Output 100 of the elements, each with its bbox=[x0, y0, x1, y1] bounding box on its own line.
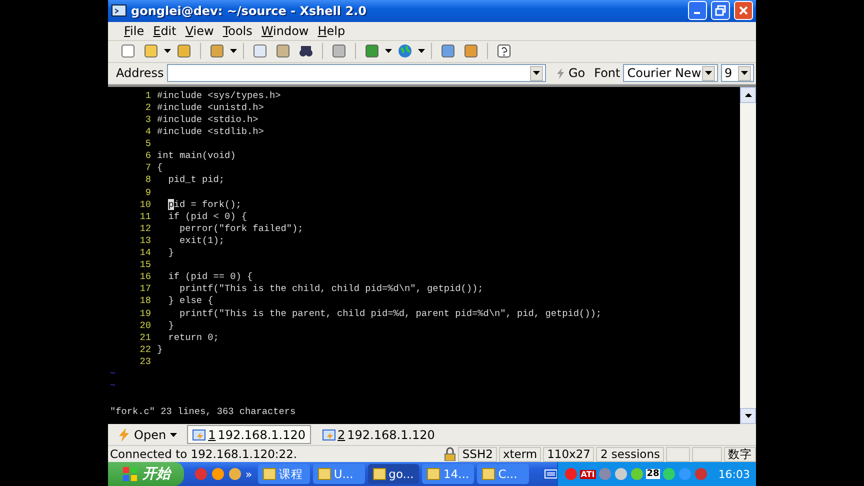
code-line: } bbox=[157, 344, 163, 356]
line-number: 2 bbox=[144, 102, 151, 114]
address-field[interactable] bbox=[166, 64, 546, 82]
code-line: #include <stdio.h> bbox=[157, 114, 258, 126]
code-line: pid = fork(); bbox=[167, 198, 242, 211]
taskbar-button[interactable]: go... bbox=[368, 464, 420, 484]
caret-icon bbox=[744, 92, 752, 97]
line-number: 22 bbox=[138, 344, 151, 356]
app-icon bbox=[111, 2, 127, 19]
menu-item[interactable]: Edit bbox=[149, 24, 180, 38]
windows-logo-icon bbox=[122, 466, 138, 482]
line-number: 19 bbox=[138, 308, 151, 320]
tray-badge[interactable]: ATI bbox=[580, 470, 596, 478]
more-button[interactable]: » bbox=[245, 468, 252, 480]
scrollbar[interactable] bbox=[740, 86, 756, 424]
line-number: 18 bbox=[138, 295, 151, 308]
address-label: Address bbox=[116, 66, 164, 80]
menu-item[interactable]: View bbox=[181, 24, 218, 38]
terminal-icon bbox=[192, 428, 206, 442]
taskbar-button[interactable]: 课程 bbox=[258, 464, 310, 484]
line-number: 14 bbox=[138, 247, 151, 260]
caret-icon bbox=[744, 414, 752, 418]
line-number: 17 bbox=[138, 283, 151, 296]
status-pane: SSH2 bbox=[458, 446, 497, 462]
line-number: 6 bbox=[144, 150, 151, 162]
code-line: printf("This is the parent, child pid=%d, parent pid=%d\n", pid, getpid()); bbox=[178, 308, 602, 320]
font-size-dropdown[interactable]: 9 bbox=[720, 64, 754, 82]
go-button[interactable]: Go bbox=[549, 64, 592, 82]
code-line: #include <unistd.h> bbox=[157, 102, 264, 114]
caret-icon bbox=[533, 71, 540, 76]
restore-button[interactable] bbox=[711, 1, 730, 20]
code-line: } bbox=[167, 247, 174, 260]
keyboard-icon[interactable] bbox=[544, 468, 557, 480]
line-number: 8 bbox=[144, 174, 151, 187]
code-line: exit(1); bbox=[178, 234, 225, 248]
line-number: 9 bbox=[144, 186, 151, 199]
menu-item[interactable]: Help bbox=[314, 24, 350, 38]
num-lock-indicator: 数字 bbox=[724, 446, 756, 462]
lightning-icon bbox=[555, 68, 566, 79]
status-pane: 2 sessions bbox=[596, 446, 664, 462]
caret-icon bbox=[704, 71, 712, 76]
caret-icon bbox=[741, 71, 748, 76]
code-line: if (pid < 0) { bbox=[167, 210, 248, 223]
caret-icon bbox=[164, 49, 171, 54]
line-number: 20 bbox=[138, 320, 151, 332]
line-number: 13 bbox=[138, 234, 151, 248]
code-line: #include <sys/types.h> bbox=[157, 90, 281, 102]
menu-item[interactable]: Window bbox=[257, 24, 313, 38]
text-cursor: p bbox=[168, 198, 174, 210]
status-pane: xterm bbox=[498, 446, 542, 462]
code-line: perror("fork failed"); bbox=[178, 222, 304, 235]
line-number: 21 bbox=[138, 332, 151, 344]
line-number: 12 bbox=[138, 222, 151, 235]
taskbar-button[interactable]: U... bbox=[312, 464, 365, 484]
code-line: #include <stdlib.h> bbox=[157, 126, 264, 138]
minimize-button[interactable] bbox=[688, 1, 707, 20]
session-tab[interactable]: 1 192.168.1.120 bbox=[187, 425, 310, 444]
code-line: pid_t pid; bbox=[167, 174, 225, 187]
close-button[interactable] bbox=[734, 1, 753, 20]
menu-item[interactable]: Tools bbox=[218, 24, 256, 38]
file-info-message: "fork.c" 23 lines, 363 characters bbox=[110, 406, 296, 418]
code-line: { bbox=[157, 162, 163, 174]
code-line: } else { bbox=[167, 295, 214, 308]
taskbar-button[interactable]: 14... bbox=[422, 464, 474, 484]
status-message: Connected to 192.168.1.120:22. bbox=[110, 447, 298, 462]
line-number: 16 bbox=[138, 271, 151, 284]
code-line: } bbox=[167, 320, 174, 332]
code-line: if (pid == 0) { bbox=[167, 271, 253, 284]
calendar-icon[interactable]: 28 bbox=[646, 469, 660, 479]
caret-icon bbox=[385, 49, 392, 54]
taskbar-button[interactable]: C... bbox=[477, 464, 530, 484]
line-number: 5 bbox=[144, 138, 151, 150]
line-number: 10 bbox=[138, 198, 151, 211]
caret-icon bbox=[230, 49, 237, 54]
restore-icon bbox=[715, 5, 726, 16]
empty-line-marker: ~ bbox=[110, 380, 116, 392]
line-number: 3 bbox=[144, 114, 151, 126]
code-line: printf("This is the child, child pid=%d\n", getpid()); bbox=[178, 283, 484, 296]
status-pane bbox=[692, 446, 722, 462]
session-tab[interactable]: 2 192.168.1.120 bbox=[316, 425, 440, 444]
window-title: gonglei@dev: ~/source - Xshell 2.0 bbox=[131, 4, 368, 18]
caret-icon bbox=[418, 49, 425, 54]
terminal-icon bbox=[322, 428, 336, 442]
font-dropdown[interactable]: Courier New bbox=[623, 64, 718, 82]
line-number: 11 bbox=[138, 210, 151, 223]
caret-icon bbox=[170, 432, 178, 437]
lightning-icon bbox=[118, 428, 130, 442]
code-line: return 0; bbox=[167, 332, 219, 344]
status-pane: 110x27 bbox=[543, 446, 594, 462]
status-pane bbox=[666, 446, 690, 462]
clock: 16:03 bbox=[718, 468, 750, 480]
line-number: 23 bbox=[138, 356, 151, 368]
open-button[interactable]: Open bbox=[114, 425, 182, 444]
line-number: 15 bbox=[138, 259, 151, 272]
close-icon bbox=[738, 5, 749, 16]
empty-line-marker: ~ bbox=[110, 368, 116, 380]
line-number: 4 bbox=[144, 126, 151, 138]
menu-item[interactable]: File bbox=[120, 24, 148, 38]
code-line: int main(void) bbox=[157, 150, 236, 162]
line-number: 1 bbox=[144, 90, 151, 102]
